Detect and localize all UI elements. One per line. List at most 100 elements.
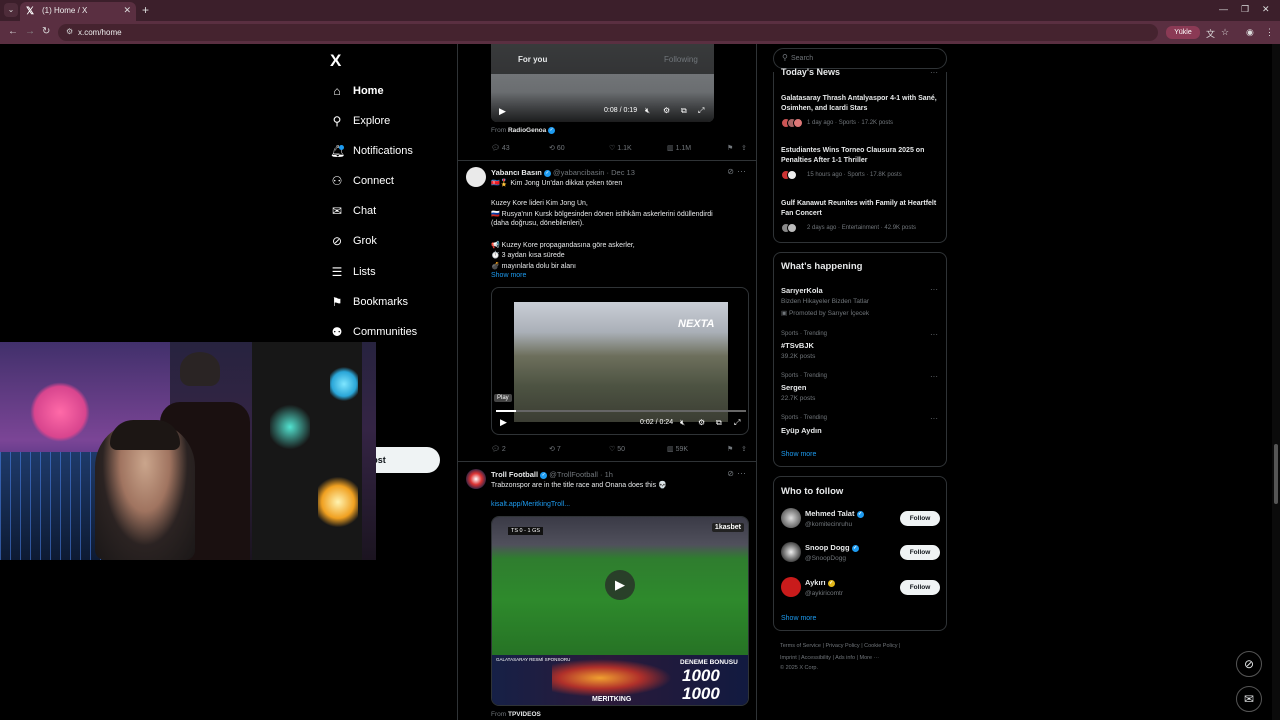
grok-float-button[interactable]: ⊘ [1236, 651, 1262, 677]
news-item-title[interactable]: Estudiantes Wins Torneo Clausura 2025 on… [781, 146, 941, 166]
source-link[interactable]: TPVIDEOS [508, 711, 541, 718]
volume-icon[interactable]: 🔇︎ [680, 418, 685, 428]
nav-connect[interactable]: ⚇ Connect [330, 170, 394, 192]
share-button[interactable]: ⇪ [741, 445, 747, 453]
browser-menu-icon[interactable]: ⋮ [1265, 27, 1274, 38]
more-icon[interactable]: ··· [930, 68, 938, 77]
follow-name[interactable]: Snoop Dogg ✓ [805, 543, 859, 552]
nav-explore[interactable]: ⚲ Explore [330, 110, 391, 132]
tweet-link[interactable]: kisalt.app/MeritkingTroll... [491, 501, 570, 508]
minimize-icon[interactable]: — [1219, 4, 1228, 14]
volume-icon[interactable]: 🔇︎ [645, 106, 650, 116]
share-button[interactable]: ⇪ [741, 144, 747, 152]
play-icon[interactable]: ▶ [499, 106, 506, 117]
avatar[interactable] [781, 577, 801, 597]
pip-icon[interactable]: ⧉ [716, 418, 722, 428]
follow-button[interactable]: Follow [900, 511, 940, 526]
source-link[interactable]: RadioGenoa [508, 127, 546, 134]
like-button[interactable]: ♡ 50 [609, 445, 625, 453]
play-icon[interactable]: ▶ [605, 570, 635, 600]
maximize-icon[interactable]: ❐ [1241, 4, 1249, 15]
trend-name[interactable]: #TSvBJK [781, 341, 814, 350]
pip-icon[interactable]: ⧉ [681, 106, 687, 116]
tab-search-icon[interactable]: ⌄ [4, 3, 18, 17]
page-scrollbar[interactable] [1272, 44, 1280, 720]
author-name[interactable]: Troll Football [491, 470, 538, 479]
tab-for-you[interactable]: For you [518, 55, 547, 64]
trend-name[interactable]: Sergen [781, 383, 806, 392]
messages-float-button[interactable]: ✉ [1236, 686, 1262, 712]
footer-links[interactable]: Imprint | Accessibility | Ads info | Mor… [780, 655, 879, 661]
address-bar[interactable]: ⚙ x.com/home [58, 24, 1158, 41]
video-progress[interactable] [496, 410, 746, 412]
nav-home[interactable]: ⌂ Home [330, 80, 383, 102]
news-item-title[interactable]: Galatasaray Thrash Antalyaspor 4-1 with … [781, 94, 941, 114]
more-icon[interactable]: ··· [930, 285, 938, 294]
nav-bookmarks[interactable]: ⚑ Bookmarks [330, 291, 408, 313]
bookmark-button[interactable]: ⚑ [727, 144, 733, 152]
show-more-link[interactable]: Show more [781, 451, 816, 458]
x-logo-icon[interactable]: X [330, 51, 341, 71]
tab-close-icon[interactable]: ✕ [123, 5, 131, 16]
more-icon[interactable]: ··· [930, 330, 938, 339]
avatar[interactable] [466, 469, 486, 489]
tweet2-video[interactable]: TS 0 - 1 GS 1kasbet ▶ GALATASARAY RESMİ … [491, 516, 749, 706]
more-icon[interactable]: ··· [737, 166, 746, 176]
forward-icon[interactable]: → [25, 26, 35, 37]
trend-name[interactable]: Eyüp Aydın [781, 426, 822, 435]
like-button[interactable]: ♡ 1.1K [609, 144, 632, 152]
show-more-link[interactable]: Show more [781, 615, 816, 622]
nav-lists[interactable]: ☰ Lists [330, 261, 376, 283]
nav-communities[interactable]: ⚉ Communities [330, 321, 418, 343]
bookmark-button[interactable]: ⚑ [727, 445, 733, 453]
avatar[interactable] [781, 508, 801, 528]
scroll-thumb[interactable] [1274, 444, 1278, 504]
avatar[interactable] [466, 167, 486, 187]
nav-grok[interactable]: ⊘ Grok [330, 230, 377, 252]
follow-button[interactable]: Follow [900, 580, 940, 595]
author-handle[interactable]: @yabancibasin [553, 168, 604, 177]
promo-name[interactable]: SarıyerKola [781, 286, 823, 295]
views-button[interactable]: ▥ 59K [667, 445, 688, 453]
fullscreen-icon[interactable]: ⤢ [734, 418, 740, 428]
tweet-date[interactable]: · 1h [600, 470, 613, 479]
grok-icon[interactable]: ⊘ [727, 167, 734, 176]
tweet-date[interactable]: · Dec 13 [607, 168, 635, 177]
footer-links[interactable]: Terms of Service | Privacy Policy | Cook… [780, 643, 900, 649]
tab-following[interactable]: Following [664, 55, 698, 64]
back-icon[interactable]: ← [8, 26, 18, 37]
nav-chat[interactable]: ✉ Chat [330, 200, 376, 222]
translate-icon[interactable]: 文 [1206, 27, 1215, 40]
avatar[interactable] [781, 542, 801, 562]
author-name[interactable]: Yabancı Basın [491, 168, 542, 177]
views-button[interactable]: ▥ 1.1M [667, 144, 691, 152]
more-icon[interactable]: ··· [737, 468, 746, 478]
follow-name[interactable]: Mehmed Talat ✓ [805, 509, 864, 518]
tweet1-video[interactable]: NEXTA Play ▶ 0:02 / 0:24 🔇︎ ⚙ ⧉ ⤢ [491, 287, 749, 435]
star-icon[interactable]: ☆ [1221, 27, 1229, 38]
reply-button[interactable]: 💬︎ 2 [491, 445, 506, 453]
search-input[interactable]: ⚲ Search [773, 48, 947, 69]
settings-icon[interactable]: ⚙ [663, 106, 670, 115]
reply-button[interactable]: 💬︎ 43 [491, 144, 510, 152]
browser-tab[interactable]: 𝕏 (1) Home / X ✕ [20, 2, 136, 21]
repost-button[interactable]: ⟲ 60 [549, 144, 565, 152]
author-handle[interactable]: @TrollFootball [549, 470, 598, 479]
repost-button[interactable]: ⟲ 7 [549, 445, 561, 453]
settings-icon[interactable]: ⚙ [698, 418, 705, 427]
more-icon[interactable]: ··· [930, 414, 938, 423]
show-more-link[interactable]: Show more [491, 272, 526, 279]
news-item-title[interactable]: Gulf Kanawut Reunites with Family at Hea… [781, 199, 941, 219]
nav-notifications[interactable]: 🔔︎ Notifications [330, 140, 413, 162]
site-info-icon[interactable]: ⚙ [66, 27, 73, 36]
grok-icon[interactable]: ⊘ [727, 469, 734, 478]
play-icon[interactable]: ▶ [500, 417, 507, 428]
reload-icon[interactable]: ↻ [42, 26, 50, 37]
more-icon[interactable]: ··· [930, 372, 938, 381]
new-tab-icon[interactable]: + [142, 3, 149, 17]
window-close-icon[interactable]: ✕ [1262, 4, 1270, 15]
profile-icon[interactable]: ◉ [1246, 27, 1254, 38]
follow-button[interactable]: Follow [900, 545, 940, 560]
follow-name[interactable]: Aykırı ✓ [805, 578, 835, 587]
extension-button[interactable]: Yükle [1166, 26, 1200, 39]
